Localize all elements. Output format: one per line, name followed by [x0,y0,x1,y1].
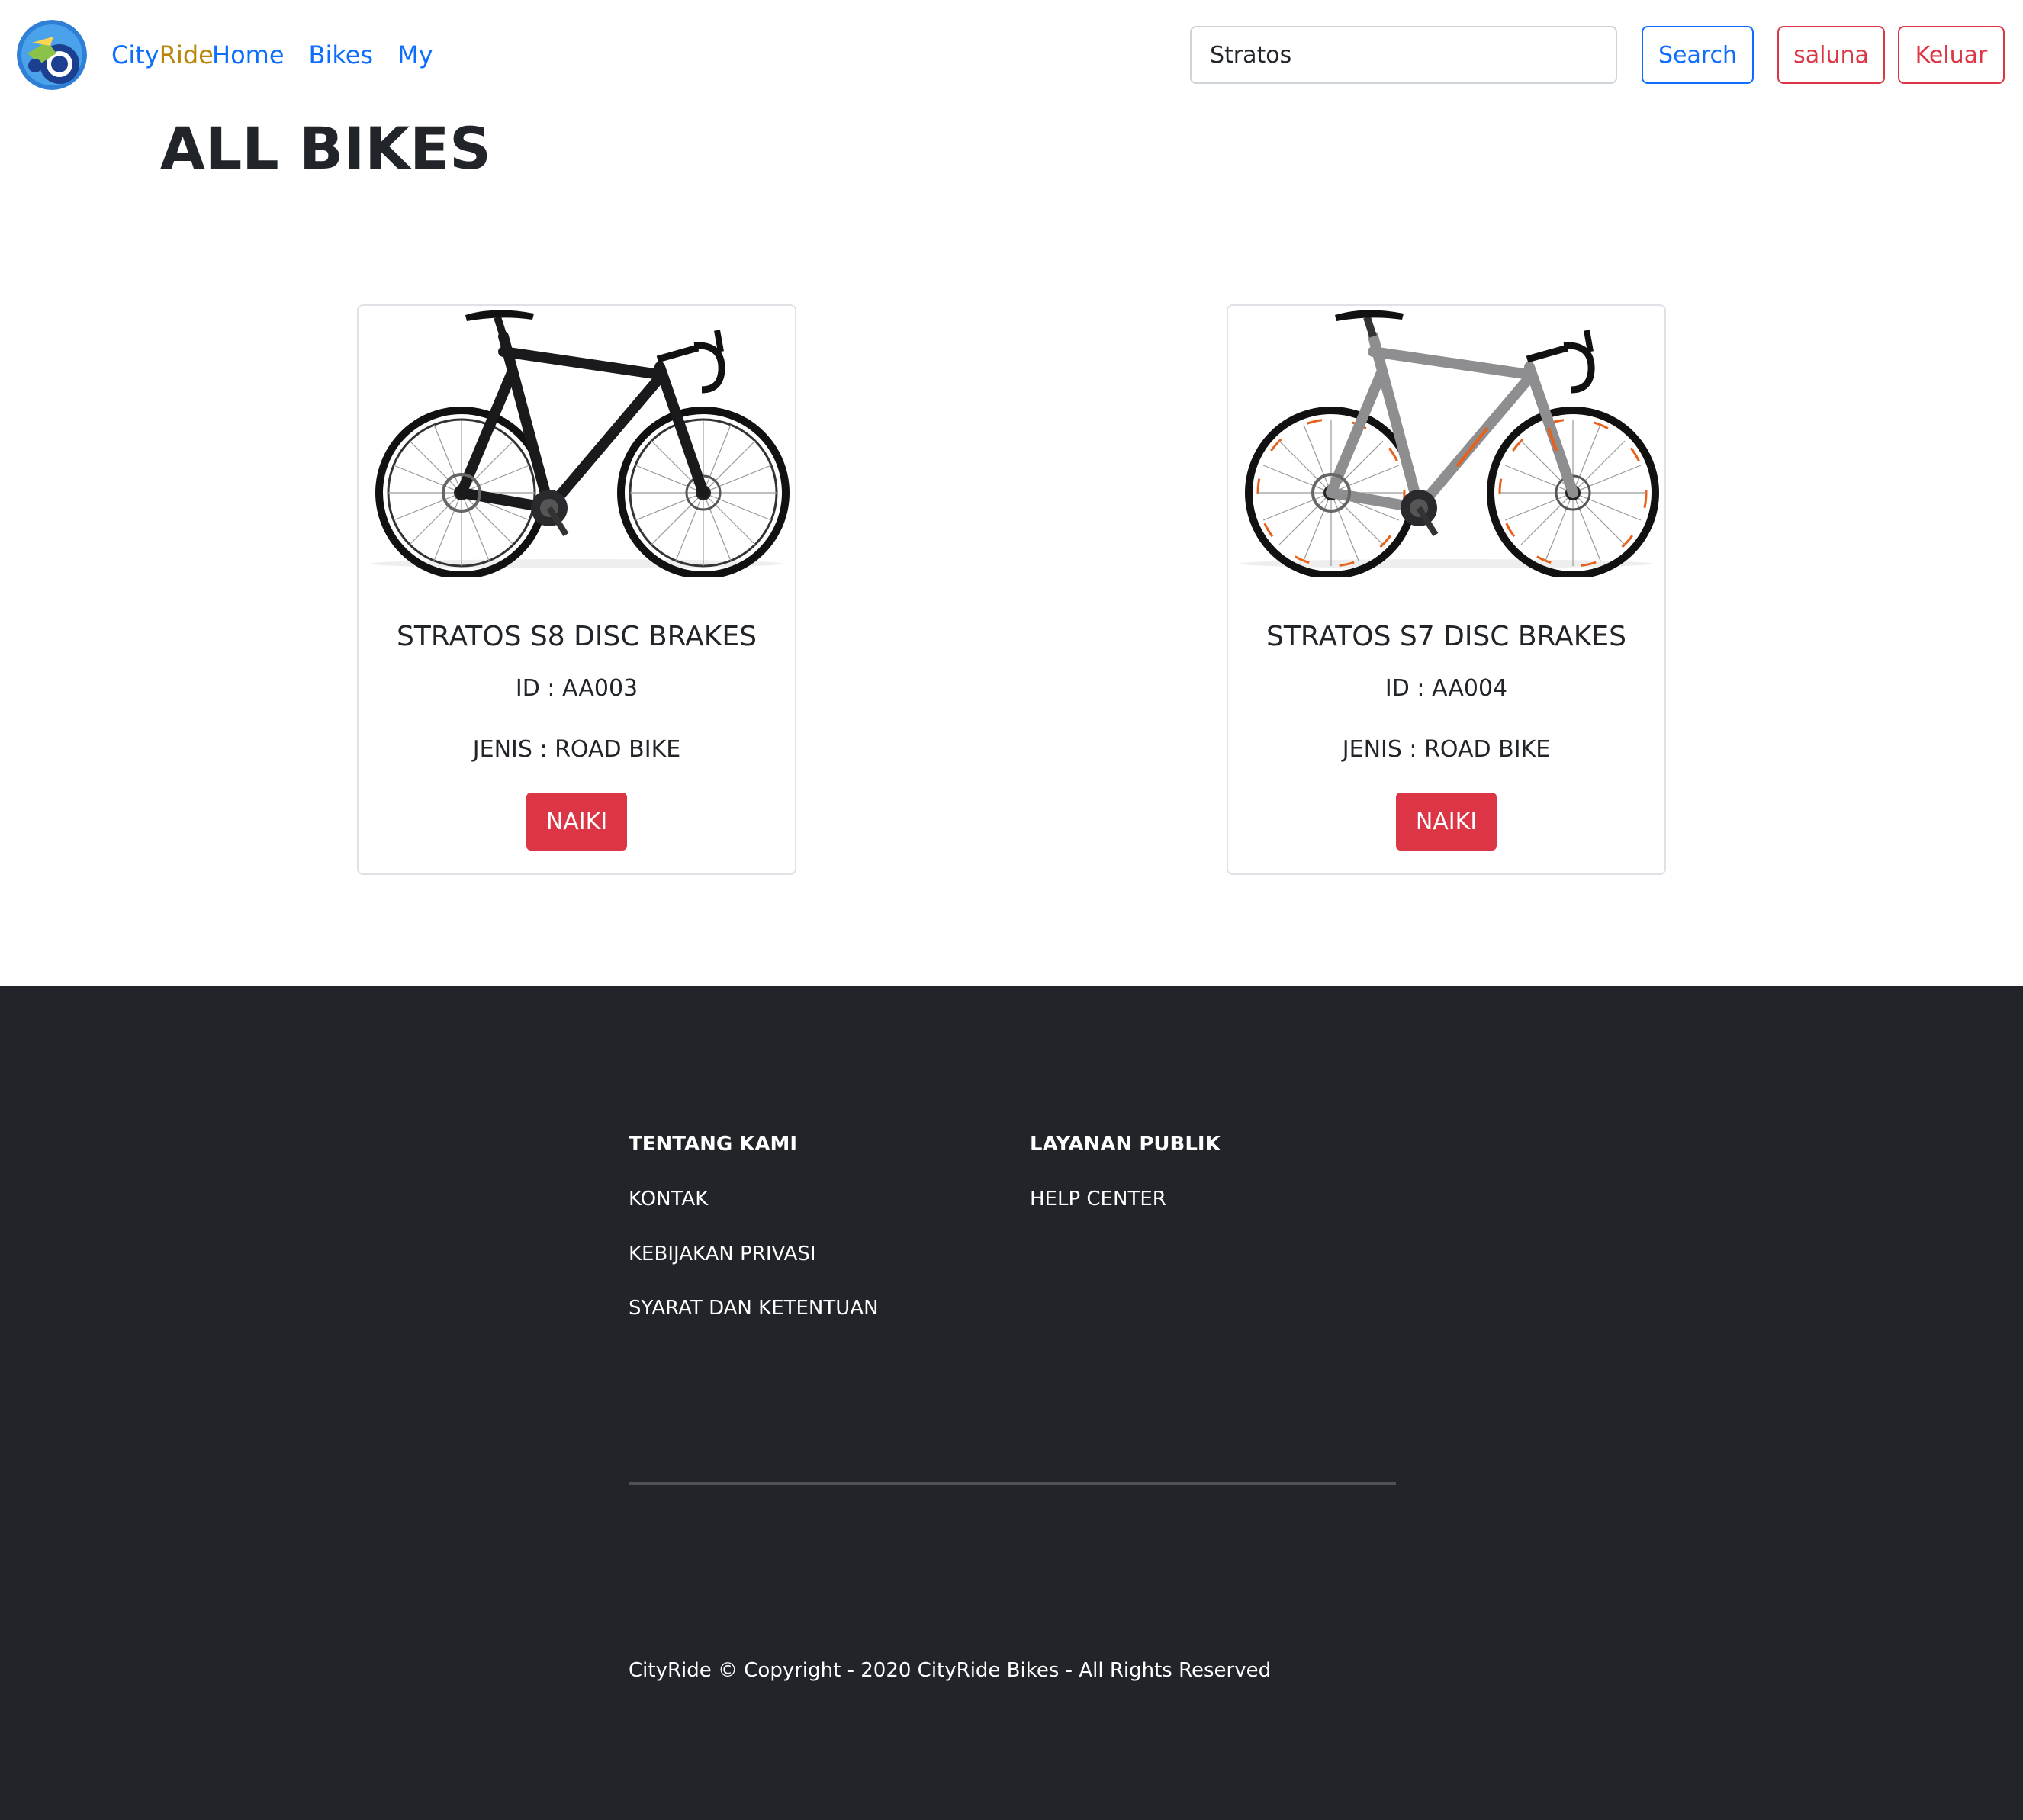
footer-link-help-center[interactable]: HELP CENTER [1030,1185,1166,1213]
bike-card: STRATOS S8 DISC BRAKES ID : AA003 JENIS … [357,304,796,875]
footer: TENTANG KAMI KONTAK KEBIJAKAN PRIVASI SY… [0,986,2023,1820]
bike-card: STRATOS S7 DISC BRAKES ID : AA004 JENIS … [1227,304,1666,875]
bike-type: JENIS : ROAD BIKE [472,736,681,763]
footer-link-terms[interactable]: SYARAT DAN KETENTUAN [629,1294,879,1322]
footer-heading-about: TENTANG KAMI [629,1133,798,1156]
nav-link-home[interactable]: Home [212,37,285,73]
footer-link-privacy[interactable]: KEBIJAKAN PRIVASI [629,1240,816,1268]
copyright-text: CityRide © Copyright - 2020 CityRide Bik… [629,1659,1272,1682]
footer-heading-public-service: LAYANAN PUBLIK [1030,1133,1221,1156]
bike-image [1228,306,1664,577]
cityride-logo-icon[interactable] [17,20,87,90]
nav-link-my[interactable]: My [397,37,433,73]
bike-image [359,306,795,577]
ride-button[interactable]: NAIKI [526,793,627,851]
brand-link[interactable]: CityRide [111,37,214,73]
navbar: CityRide Home Bikes My Search saluna Kel… [0,0,2023,111]
footer-divider [629,1482,1396,1485]
page-title: ALL BIKES [160,114,491,182]
search-button[interactable]: Search [1642,26,1754,84]
brand-city-text: City [111,40,159,69]
ride-button[interactable]: NAIKI [1396,793,1497,851]
bike-id: ID : AA003 [515,675,638,702]
bike-id: ID : AA004 [1385,675,1508,702]
bike-type: JENIS : ROAD BIKE [1342,736,1551,763]
brand-ride-text: Ride [159,40,214,69]
user-button[interactable]: saluna [1777,26,1885,84]
nav-link-bikes[interactable]: Bikes [309,37,374,73]
logout-button[interactable]: Keluar [1898,26,2005,84]
nav-links: Home Bikes My [212,37,433,73]
footer-link-contact[interactable]: KONTAK [629,1185,708,1213]
bike-name: STRATOS S8 DISC BRAKES [397,621,757,652]
search-input[interactable] [1190,26,1617,84]
bike-name: STRATOS S7 DISC BRAKES [1266,621,1626,652]
